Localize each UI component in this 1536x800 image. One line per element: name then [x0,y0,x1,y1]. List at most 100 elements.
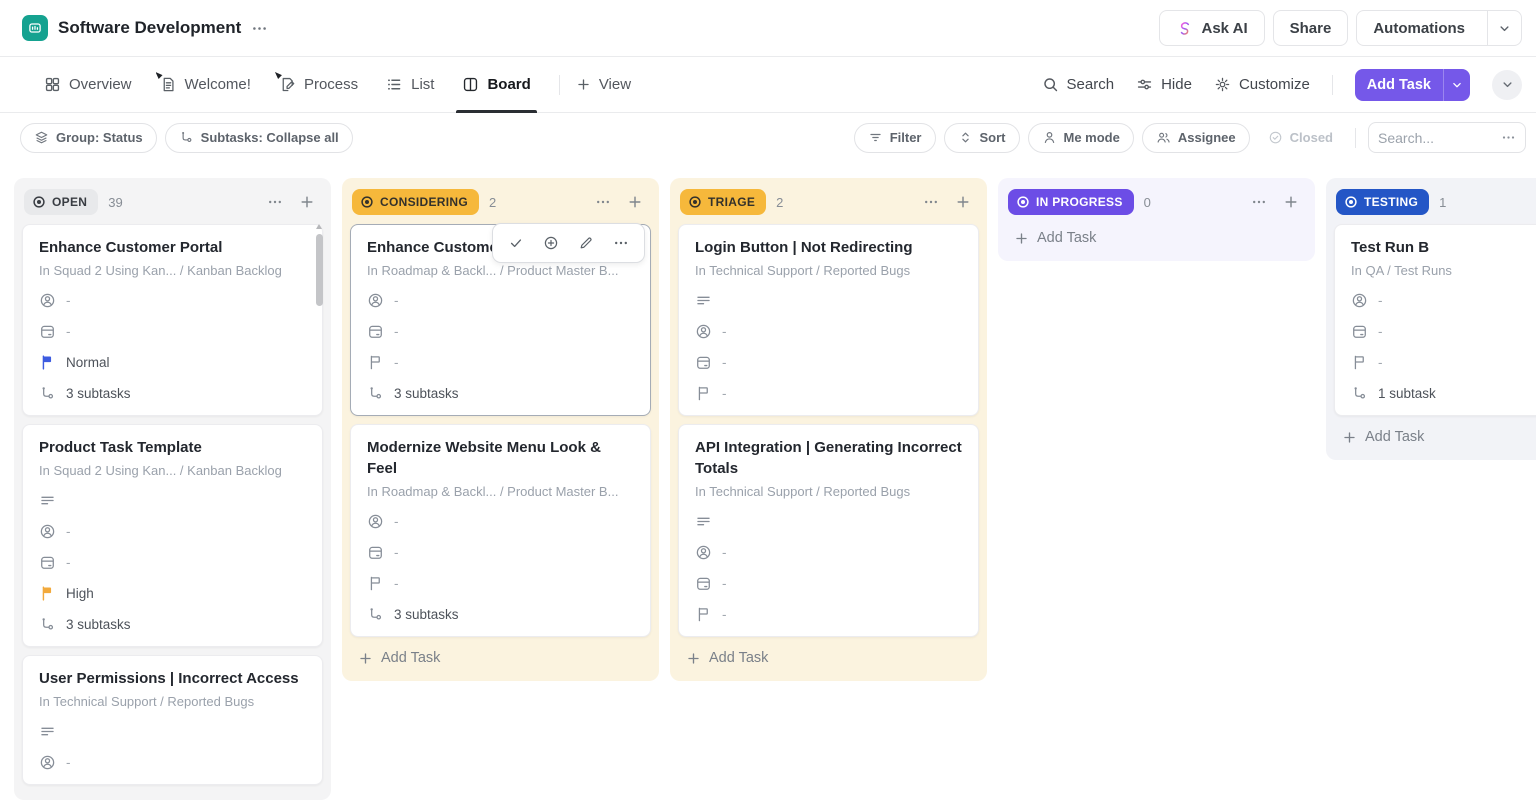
due-date-row[interactable]: - [695,574,962,592]
status-pill-triage[interactable]: TRIAGE [680,189,766,215]
task-menu-button[interactable] [611,233,631,253]
task-card[interactable]: Enhance Customer Portal In Squad 2 Using… [22,224,323,416]
scrollbar-up-arrow[interactable] [316,224,322,229]
task-card[interactable]: API Integration | Generating Incorrect T… [678,424,979,637]
complete-task-button[interactable] [506,233,526,253]
task-title[interactable]: Enhance Customer Portal [39,237,306,258]
subtasks-row[interactable]: 3 subtasks [367,384,634,402]
add-task-button[interactable]: Add Task [1355,69,1470,101]
subtasks-row[interactable]: 3 subtasks [39,615,306,633]
due-date-row[interactable]: - [367,543,634,561]
task-title[interactable]: Test Run B [1351,237,1536,258]
column-add-task-row[interactable]: Add Task [1334,416,1432,452]
priority-row[interactable]: - [367,353,634,371]
task-title[interactable]: API Integration | Generating Incorrect T… [695,437,962,479]
hide-button[interactable]: Hide [1136,76,1192,93]
status-pill-considering[interactable]: CONSIDERING [352,189,479,215]
subtasks-row[interactable]: 1 subtask [1351,384,1536,402]
task-title[interactable]: Login Button | Not Redirecting [695,237,962,258]
task-title[interactable]: Product Task Template [39,437,306,458]
closed-toggle[interactable]: Closed [1258,123,1343,153]
task-card-hovered[interactable]: Enhance Customer Portal In Roadmap & Bac… [350,224,651,416]
tab-welcome[interactable]: Welcome! [160,57,251,113]
assignee-row[interactable]: - [695,543,962,561]
assignee-row[interactable]: - [39,291,306,309]
assignee-row[interactable]: - [1351,291,1536,309]
due-date-row[interactable]: - [39,553,306,571]
column-add-task-button[interactable] [297,192,317,212]
column-add-task-button[interactable] [625,192,645,212]
share-button[interactable]: Share [1273,10,1349,46]
sort-pill[interactable]: Sort [944,123,1020,153]
add-task-dropdown[interactable] [1443,69,1470,101]
ellipsis-icon[interactable] [1501,130,1516,145]
calendar-icon [367,544,384,561]
workspace-menu-button[interactable] [251,20,268,37]
column-add-task-row[interactable]: Add Task [350,637,448,673]
tab-overview[interactable]: Overview [44,57,132,113]
description-row[interactable] [695,291,962,309]
assignee-row[interactable]: - [367,512,634,530]
column-add-task-row[interactable]: Add Task [1006,224,1104,253]
assignee-row[interactable]: - [367,291,634,309]
due-date-row[interactable]: - [367,322,634,340]
column-menu-button[interactable] [593,192,613,212]
edit-task-button[interactable] [576,233,596,253]
tab-list[interactable]: List [386,57,434,113]
priority-row[interactable]: - [367,574,634,592]
add-view-button[interactable]: View [576,57,631,113]
task-title[interactable]: User Permissions | Incorrect Access [39,668,306,689]
task-card[interactable]: User Permissions | Incorrect Access In T… [22,655,323,785]
priority-row[interactable]: High [39,584,306,602]
subtasks-row[interactable]: 3 subtasks [39,384,306,402]
column-menu-button[interactable] [921,192,941,212]
due-date-row[interactable]: - [1351,322,1536,340]
ask-ai-button[interactable]: Ask AI [1159,10,1264,46]
doc-edit-icon [279,76,296,93]
description-row[interactable] [39,722,306,740]
board-search-box[interactable] [1368,122,1526,153]
column-menu-button[interactable] [265,192,285,212]
assignee-row[interactable]: - [39,522,306,540]
automations-dropdown[interactable] [1487,11,1521,45]
task-card[interactable]: Test Run B In QA / Test Runs - - - 1 sub… [1334,224,1536,416]
priority-row[interactable]: Normal [39,353,306,371]
due-date-row[interactable]: - [695,353,962,371]
me-mode-pill[interactable]: Me mode [1028,123,1134,153]
assignee-row[interactable]: - [695,322,962,340]
column-add-task-button[interactable] [953,192,973,212]
task-card[interactable]: Login Button | Not Redirecting In Techni… [678,224,979,416]
group-by-pill[interactable]: Group: Status [20,123,157,153]
task-card[interactable]: Product Task Template In Squad 2 Using K… [22,424,323,647]
priority-row[interactable]: - [695,384,962,402]
assignee-pill[interactable]: Assignee [1142,123,1250,153]
tab-process[interactable]: Process [279,57,358,113]
customize-button[interactable]: Customize [1214,76,1310,93]
column-menu-button[interactable] [1249,192,1269,212]
collapse-header-button[interactable] [1492,70,1522,100]
subtasks-row[interactable]: 3 subtasks [367,605,634,623]
assignee-row[interactable]: - [39,753,306,771]
doc-icon [160,76,177,93]
column-add-task-button[interactable] [1281,192,1301,212]
tab-board[interactable]: Board [462,57,530,113]
status-pill-in-progress[interactable]: IN PROGRESS [1008,189,1134,215]
add-task-label[interactable]: Add Task [1355,69,1443,101]
priority-row[interactable]: - [695,605,962,623]
column-add-task-row[interactable]: Add Task [678,637,776,673]
task-title[interactable]: Modernize Website Menu Look & Feel [367,437,634,479]
column-scrollbar[interactable] [316,234,323,306]
description-row[interactable] [39,491,306,509]
task-card[interactable]: Modernize Website Menu Look & Feel In Ro… [350,424,651,637]
due-date-row[interactable]: - [39,322,306,340]
filter-pill[interactable]: Filter [854,123,936,153]
automations-button[interactable]: Automations [1356,10,1522,46]
subtasks-pill[interactable]: Subtasks: Collapse all [165,123,353,153]
description-row[interactable] [695,512,962,530]
search-button[interactable]: Search [1042,76,1115,93]
priority-row[interactable]: - [1351,353,1536,371]
status-pill-open[interactable]: OPEN [24,189,98,215]
add-subtask-button[interactable] [541,233,561,253]
board-search-input[interactable] [1378,130,1495,146]
status-pill-testing[interactable]: TESTING [1336,189,1429,215]
